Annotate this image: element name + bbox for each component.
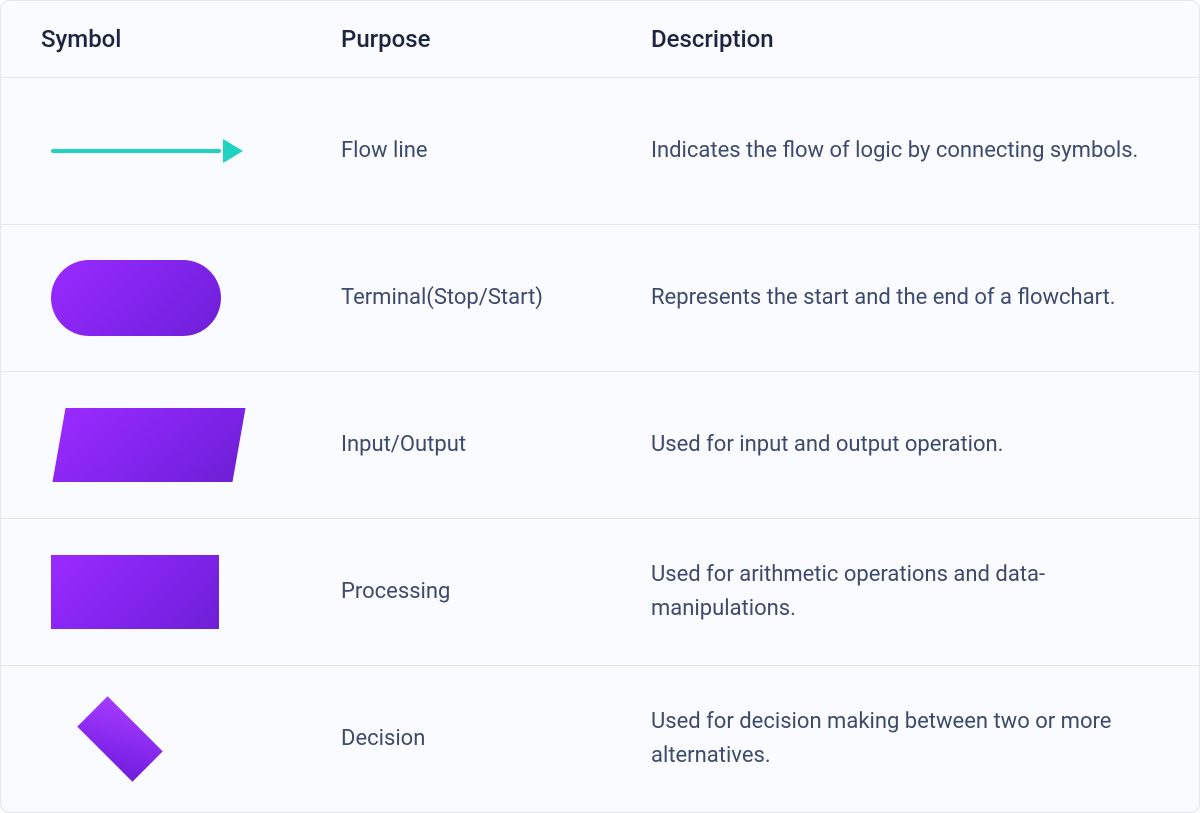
flow-line-arrow-icon: [51, 142, 241, 160]
table-row: Flow line Indicates the flow of logic by…: [1, 77, 1199, 224]
description-cell: Indicates the flow of logic by connectin…: [651, 134, 1159, 168]
flowchart-symbols-table: Symbol Purpose Description Flow line Ind…: [0, 0, 1200, 813]
description-cell: Used for input and output operation.: [651, 428, 1159, 462]
symbol-cell: [41, 400, 341, 490]
table-header-row: Symbol Purpose Description: [1, 1, 1199, 77]
symbol-cell: [41, 106, 341, 196]
description-cell: Used for arithmetic operations and data-…: [651, 558, 1159, 626]
header-purpose: Purpose: [341, 25, 651, 53]
purpose-cell: Flow line: [341, 136, 651, 166]
purpose-cell: Decision: [341, 724, 651, 754]
table-row: Decision Used for decision making betwee…: [1, 665, 1199, 812]
purpose-cell: Terminal(Stop/Start): [341, 283, 651, 313]
description-cell: Represents the start and the end of a fl…: [651, 281, 1159, 315]
table-row: Processing Used for arithmetic operation…: [1, 518, 1199, 665]
description-cell: Used for decision making between two or …: [651, 705, 1159, 773]
rectangle-icon: [51, 555, 219, 629]
parallelogram-icon: [52, 408, 245, 482]
purpose-cell: Processing: [341, 577, 651, 607]
symbol-cell: [41, 547, 341, 637]
terminal-pill-icon: [51, 260, 221, 336]
header-symbol: Symbol: [41, 25, 341, 53]
symbol-cell: [41, 253, 341, 343]
header-description: Description: [651, 25, 1159, 53]
purpose-cell: Input/Output: [341, 430, 651, 460]
table-row: Input/Output Used for input and output o…: [1, 371, 1199, 518]
symbol-cell: [41, 694, 241, 784]
diamond-icon: [77, 696, 162, 781]
table-row: Terminal(Stop/Start) Represents the star…: [1, 224, 1199, 371]
